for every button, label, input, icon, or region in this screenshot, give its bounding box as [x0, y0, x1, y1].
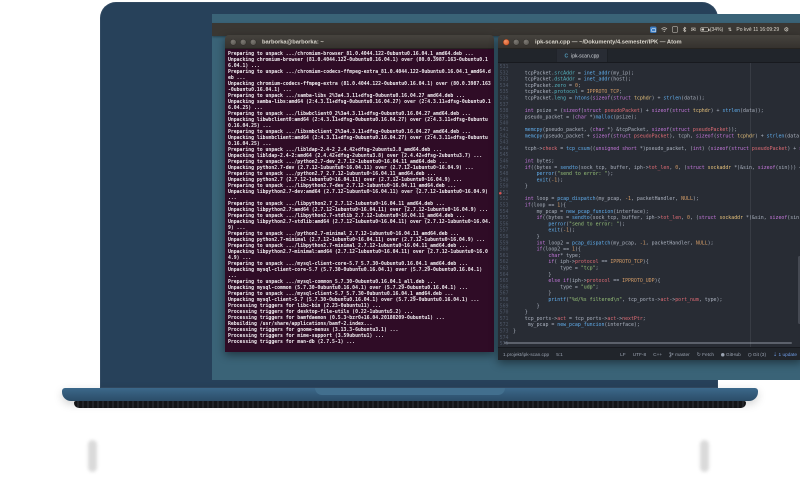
git-button[interactable]: Git (3) — [747, 352, 766, 357]
laptop-bezel: ✉ (34%) ⇅ Po kvě 11 16:09:29 ⚙ barborka@… — [100, 2, 800, 388]
battery-percent: (34%) — [709, 26, 724, 33]
editor-window: ipk-scan.cpp — ~/Dokumenty/4.semester/IP… — [498, 35, 800, 360]
terminal-line: Unpacking mysql-client-core-5.7 (5.7.30-… — [228, 267, 486, 279]
terminal-line: Preparing to unpack .../chromium-codecs-… — [228, 69, 491, 81]
git-branch[interactable]: master — [669, 351, 690, 358]
laptop-foot-shadow — [88, 440, 97, 472]
bluetooth-icon[interactable] — [682, 26, 687, 33]
battery-indicator[interactable]: (34%) — [700, 26, 724, 33]
terminal-line: Unpacking libpython2.7-minimal:amd64 (2.… — [228, 249, 488, 261]
session-gear-icon[interactable]: ⚙ — [784, 27, 789, 33]
battery-icon — [700, 27, 710, 32]
update-icon: ⇣ — [773, 351, 778, 358]
tab-ipk-scan-cpp[interactable]: C ipk-scan.cpp — [556, 49, 608, 62]
cursor-position[interactable]: 5:1 — [556, 352, 563, 358]
terminal-window: barborka@barborka: ~ Preparing to unpack… — [225, 35, 494, 352]
fetch-icon: ↻ — [696, 351, 701, 358]
maximize-button[interactable] — [523, 38, 530, 46]
cpp-file-icon: C — [564, 53, 569, 59]
minimize-button[interactable] — [513, 38, 520, 46]
code-editor[interactable]: 531 532 tcpPacket.srcAddr = inet_addr(my_… — [498, 63, 800, 347]
keyboard-layout-icon[interactable] — [671, 26, 678, 33]
clock-indicator[interactable]: Po kvě 11 16:09:29 — [736, 27, 779, 33]
maximize-button[interactable] — [250, 38, 257, 46]
tab-bar: C ipk-scan.cpp — [498, 49, 800, 63]
terminal-line: Unpacking libwbclient0:amd64 (2:4.3.11+d… — [228, 117, 488, 129]
input-method-icon[interactable] — [649, 26, 657, 33]
file-path[interactable]: 1.projekt/ipk-scan.cpp — [503, 352, 549, 358]
branch-icon — [669, 351, 674, 358]
git-icon — [747, 352, 752, 357]
tab-label: ipk-scan.cpp — [571, 53, 600, 59]
laptop-base — [62, 388, 758, 401]
laptop-grip-notch — [315, 388, 505, 395]
terminal-titlebar[interactable]: barborka@barborka: ~ — [225, 35, 494, 49]
grammar[interactable]: C++ — [653, 352, 662, 358]
terminal-line: Processing triggers for man-db (2.7.5-1)… — [228, 339, 356, 345]
minimize-button[interactable] — [240, 38, 247, 46]
editor-title: ipk-scan.cpp — ~/Dokumenty/4.semester/IP… — [535, 39, 682, 45]
github-icon — [721, 352, 725, 357]
close-button[interactable] — [230, 38, 237, 46]
desktop: ✉ (34%) ⇅ Po kvě 11 16:09:29 ⚙ barborka@… — [212, 14, 800, 380]
terminal-line: Unpacking chromium-codecs-ffmpeg-extra (… — [228, 81, 491, 93]
encoding[interactable]: UTF-8 — [633, 352, 646, 358]
terminal-output: Preparing to unpack .../chromium-browser… — [225, 49, 494, 352]
network-arrows-icon[interactable]: ⇅ — [728, 27, 732, 33]
github-button[interactable]: GitHub — [721, 352, 741, 357]
terminal-line: Unpacking libpython2.7-stdlib:amd64 (2.7… — [228, 219, 491, 231]
laptop-foot-shadow — [700, 440, 709, 472]
laptop-mockup: ✉ (34%) ⇅ Po kvě 11 16:09:29 ⚙ barborka@… — [0, 0, 800, 477]
line-ending[interactable]: LF — [620, 352, 626, 358]
editor-titlebar[interactable]: ipk-scan.cpp — ~/Dokumenty/4.semester/IP… — [498, 35, 800, 49]
terminal-line: Unpacking chromium-browser (81.0.4044.12… — [228, 57, 488, 69]
horizontal-scrollbar[interactable] — [504, 342, 792, 344]
terminal-line: Unpacking libsmbclient:amd64 (2:4.3.11+d… — [228, 135, 488, 147]
terminal-title: barborka@barborka: ~ — [262, 39, 324, 45]
laptop-rubber-strip — [74, 401, 746, 408]
terminal-body[interactable]: Preparing to unpack .../chromium-browser… — [225, 49, 494, 352]
status-bar: 1.projekt/ipk-scan.cpp 5:1 LF UTF-8 C++ … — [498, 347, 800, 360]
wifi-icon[interactable] — [661, 27, 668, 32]
terminal-line: Unpacking libpython2.7-dev:amd64 (2.7.12… — [228, 189, 491, 201]
mail-icon[interactable]: ✉ — [691, 27, 696, 33]
code-lines: 531 532 tcpPacket.srcAddr = inet_addr(my_… — [498, 63, 800, 347]
terminal-line: Unpacking samba-libs:amd64 (2:4.3.11+dfs… — [228, 99, 491, 111]
fetch-button[interactable]: ↻ Fetch — [697, 352, 714, 358]
close-button[interactable] — [503, 38, 510, 46]
updates-button[interactable]: ⇣ 1 update — [773, 352, 797, 358]
